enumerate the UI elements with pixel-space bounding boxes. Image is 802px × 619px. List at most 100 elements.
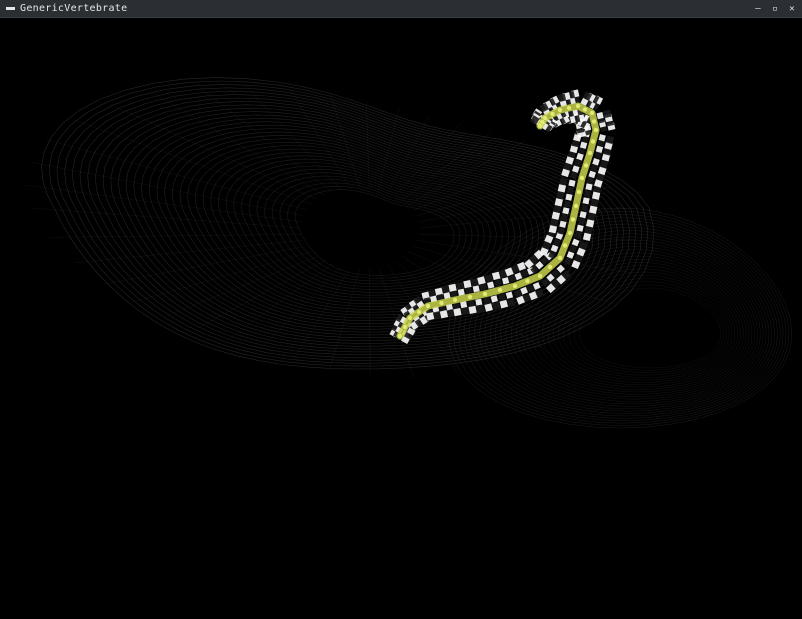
vertebra-node [562, 243, 568, 248]
checker-tile [585, 183, 593, 191]
checker-tile [557, 184, 567, 193]
checker-tile [588, 170, 596, 179]
window-controls: ‒ ▫ ✕ [754, 0, 796, 18]
checker-tile [472, 285, 480, 293]
checker-tile [569, 244, 578, 253]
checker-tile [559, 177, 568, 186]
checker-tile [566, 186, 575, 194]
wireframe-ring [241, 165, 497, 296]
checker-tile [484, 273, 494, 283]
close-button[interactable]: ✕ [788, 0, 796, 18]
wireframe-spoke [329, 93, 361, 189]
checker-tile [453, 307, 462, 317]
wireframe-spoke [29, 161, 303, 216]
checker-tile [550, 244, 559, 253]
render-viewport[interactable] [0, 18, 802, 619]
checker-tile [571, 238, 580, 247]
wireframe-spoke [74, 240, 303, 264]
vertebra-node [497, 287, 503, 293]
vertebra-node [537, 123, 543, 129]
wireframe-ring [202, 148, 527, 310]
vertebra-node [566, 105, 572, 111]
window-title: GenericVertebrate [20, 3, 128, 14]
checker-tile [465, 287, 473, 295]
wireframe-ring [468, 220, 781, 419]
checker-tile [467, 299, 475, 307]
vertebra-node [591, 119, 597, 124]
wireframe-wing-surface [447, 207, 793, 429]
vertebra-node [452, 297, 458, 303]
checker-tile [484, 303, 493, 312]
checker-tile [532, 282, 541, 290]
vertebra-node [402, 324, 408, 330]
vertebra-node [587, 150, 593, 156]
wireframe-ring [256, 172, 485, 290]
vertebra-node [590, 139, 596, 144]
checker-tile [556, 191, 565, 200]
minimize-button[interactable]: ‒ [754, 0, 762, 18]
checker-tile [589, 205, 598, 214]
checker-tile [583, 190, 592, 198]
checker-tile [565, 193, 573, 201]
wireframe-spoke [25, 184, 301, 222]
vertebra-node [467, 294, 473, 300]
wireframe-spoke [402, 131, 493, 200]
checker-tile [581, 204, 589, 212]
window-menu-icon[interactable] [6, 7, 15, 10]
vertebra-node [550, 111, 555, 117]
checker-tile [463, 279, 472, 289]
vertebra-node [512, 283, 518, 289]
wireframe-spoke [229, 263, 333, 339]
vertebra-node [407, 315, 413, 321]
vertebra-node [567, 230, 573, 236]
checker-tile [582, 197, 590, 205]
vertebra-node [575, 103, 581, 109]
checker-tile [572, 165, 580, 173]
checker-tile [460, 306, 470, 316]
checker-tile [566, 251, 575, 259]
wireframe-ring [294, 189, 455, 276]
vertebra-node [573, 203, 579, 209]
checker-tile [476, 304, 485, 313]
wireframe-spoke [32, 207, 301, 229]
wireframe-spoke [329, 267, 361, 369]
wireframe-spoke [289, 88, 351, 189]
checker-tile [514, 272, 523, 281]
scene-canvas[interactable] [0, 18, 802, 619]
checker-tile [479, 283, 487, 291]
wireframe-spoke [103, 245, 307, 285]
checker-tile [590, 164, 598, 172]
checker-tile [552, 238, 561, 247]
checker-tile [576, 224, 584, 232]
checker-tile [560, 214, 568, 222]
checker-tile [455, 281, 465, 291]
vertebra-node [537, 273, 543, 279]
checker-tile [563, 257, 572, 266]
wireframe-spoke [49, 234, 301, 238]
checker-tile [563, 200, 571, 208]
vertebra-node [540, 119, 545, 125]
vertebra-node [583, 163, 589, 168]
checker-tile [501, 277, 510, 285]
checker-tile [578, 217, 586, 225]
vertebra-node [593, 127, 599, 133]
checker-tile [592, 158, 600, 166]
vertebra-node [397, 333, 403, 339]
checker-tile [554, 198, 563, 207]
checker-tile [468, 305, 477, 315]
checker-tile [590, 198, 599, 207]
window-titlebar[interactable]: GenericVertebrate ‒ ▫ ✕ [0, 0, 802, 18]
wireframe-spoke [413, 153, 557, 211]
vertebra-node [576, 189, 582, 195]
checker-tile [568, 179, 576, 187]
vertebra-node [557, 255, 563, 261]
checker-tile [591, 191, 601, 200]
checker-tile [483, 297, 491, 305]
wireframe-spoke [245, 85, 342, 191]
vertebra-node [582, 107, 588, 112]
vertebra-node [570, 217, 576, 222]
wireframe-spoke [293, 267, 351, 360]
vertebra-node [579, 175, 585, 181]
wireframe-ring [505, 242, 761, 402]
maximize-button[interactable]: ▫ [771, 0, 779, 18]
